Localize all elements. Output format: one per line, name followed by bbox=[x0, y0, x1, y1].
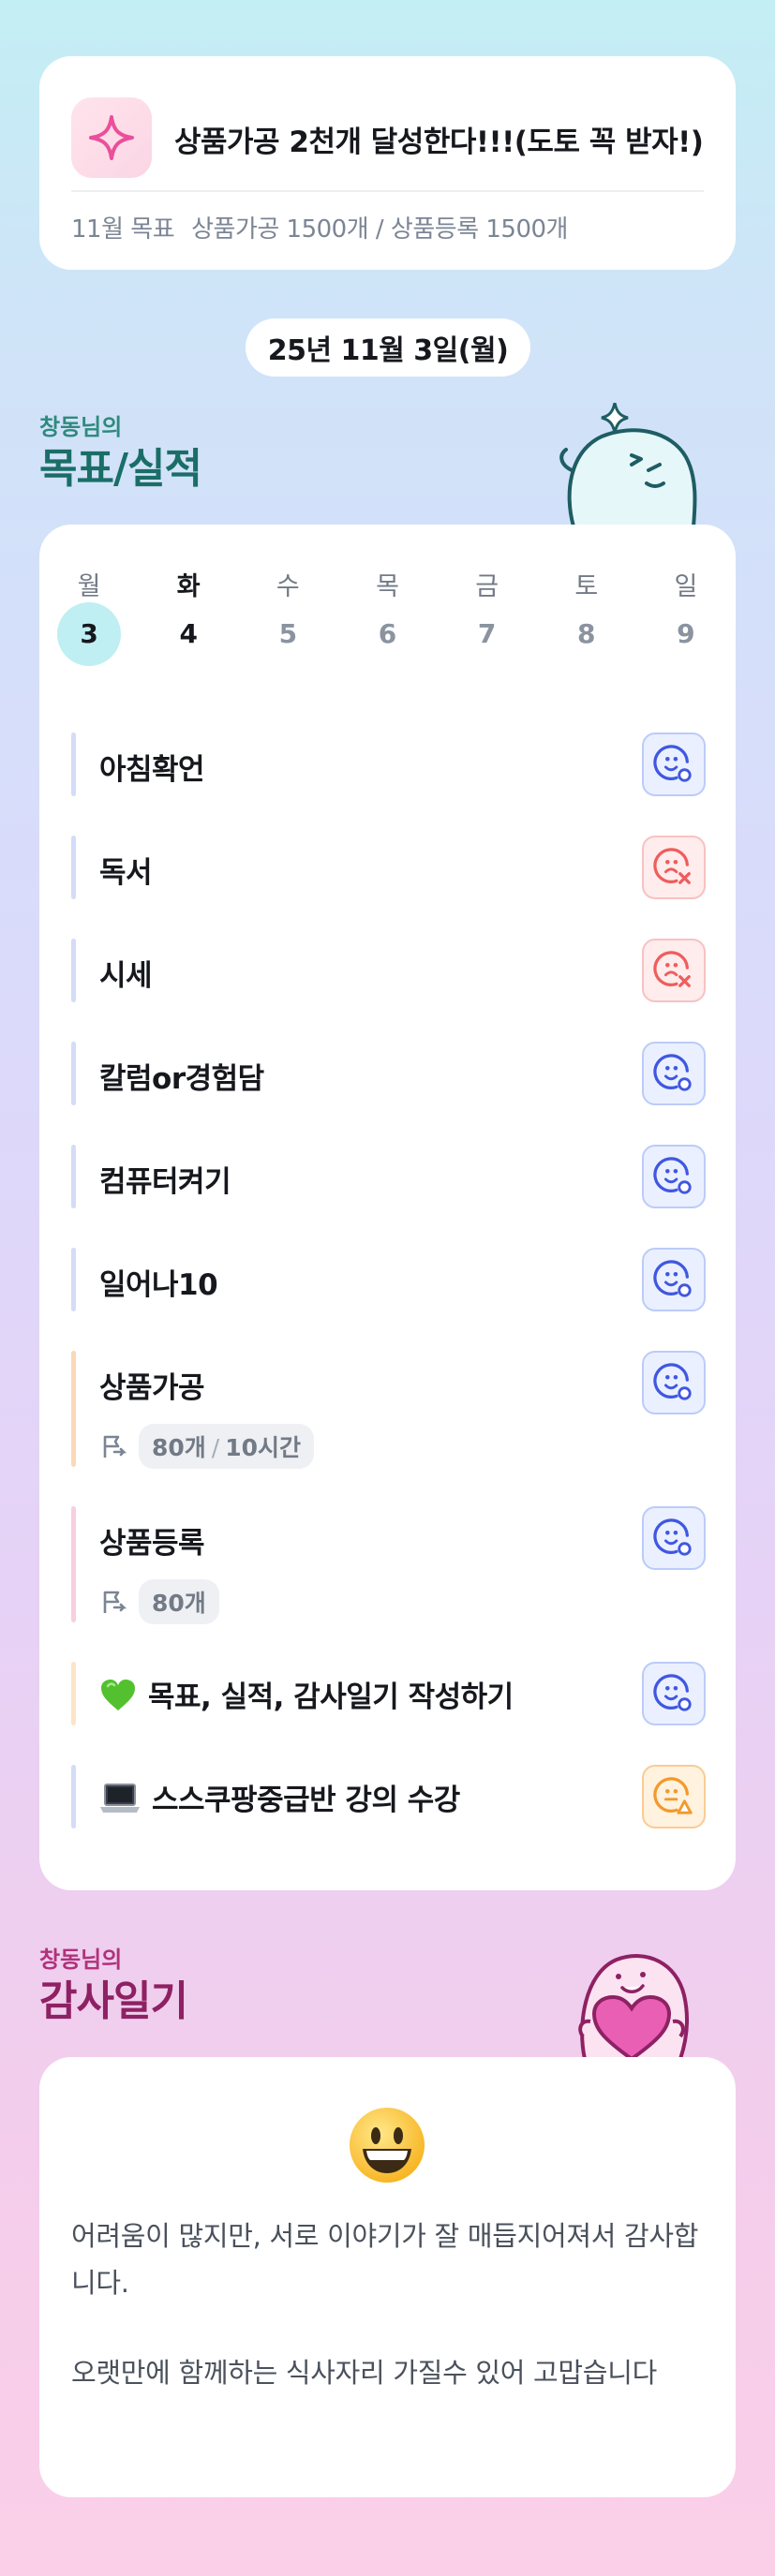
task-meta: 80개 bbox=[99, 1579, 219, 1624]
weekday-sun: 일 bbox=[674, 572, 698, 601]
task-name: 시세 bbox=[99, 959, 153, 993]
smile-check-icon[interactable] bbox=[642, 733, 706, 796]
performance-section-title: 목표/실적 bbox=[39, 445, 202, 493]
goal-title: 상품가공 2천개 달성한다!!!(도토 꼭 받자!) bbox=[174, 126, 704, 159]
weekday-row: 월 화 수 목 금 토 일 bbox=[39, 566, 736, 602]
smile-check-icon[interactable] bbox=[642, 1662, 706, 1725]
date-9[interactable]: 9 bbox=[636, 618, 736, 666]
task-count: 80개 bbox=[152, 1590, 206, 1617]
smile-check-icon[interactable] bbox=[642, 1351, 706, 1414]
neutral-warning-icon[interactable] bbox=[642, 1765, 706, 1828]
gratitude-section-title: 감사일기 bbox=[39, 1977, 188, 2025]
goal-detail: 11월 목표 상품가공 1500개 / 상품등록 1500개 bbox=[71, 210, 568, 244]
task-item[interactable]: 상품등록 80개 bbox=[71, 1506, 706, 1624]
green-heart-icon bbox=[99, 1679, 137, 1720]
task-color-bar bbox=[71, 1662, 76, 1725]
goal-detail-text: 상품가공 1500개 / 상품등록 1500개 bbox=[191, 215, 568, 244]
laptop-icon bbox=[99, 1782, 141, 1823]
weekday-sat: 토 bbox=[574, 572, 599, 601]
task-name: 일어나10 bbox=[99, 1268, 218, 1302]
task-item[interactable]: 시세 bbox=[71, 939, 706, 1002]
task-count: 80개 bbox=[152, 1434, 206, 1461]
date-5[interactable]: 5 bbox=[238, 618, 337, 666]
task-color-bar bbox=[71, 939, 76, 1002]
repeat-flag-icon bbox=[103, 1435, 127, 1458]
task-name: 컴퓨터켜기 bbox=[99, 1165, 231, 1199]
task-name: 상품등록 bbox=[99, 1527, 205, 1561]
task-color-bar bbox=[71, 1351, 76, 1467]
mascot-heart-illustration bbox=[557, 1935, 707, 2062]
date-8[interactable]: 8 bbox=[537, 618, 636, 666]
task-item[interactable]: 아침확언 bbox=[71, 733, 706, 796]
date-4[interactable]: 4 bbox=[139, 618, 238, 666]
weekday-mon: 월 bbox=[77, 572, 101, 601]
task-color-bar bbox=[71, 1506, 76, 1622]
task-item[interactable]: 상품가공 80개/10시간 bbox=[71, 1351, 706, 1469]
smile-check-icon[interactable] bbox=[642, 1506, 706, 1570]
task-name: 독서 bbox=[99, 856, 153, 890]
weekday-thu: 목 bbox=[376, 572, 399, 601]
current-date-pill[interactable]: 25년 11월 3일(월) bbox=[246, 318, 530, 377]
divider bbox=[71, 190, 704, 192]
gratitude-entry: 어려움이 많지만, 서로 이야기가 잘 매듭지어져서 감사합니다. bbox=[71, 2220, 699, 2299]
task-item[interactable]: 독서 bbox=[71, 836, 706, 899]
mascot-illustration bbox=[555, 402, 705, 528]
date-6[interactable]: 6 bbox=[337, 618, 437, 666]
date-3[interactable]: 3 bbox=[57, 602, 122, 666]
weekday-tue: 화 bbox=[176, 572, 201, 601]
task-meta: 80개/10시간 bbox=[99, 1424, 315, 1469]
weekday-fri: 금 bbox=[475, 572, 499, 601]
task-color-bar bbox=[71, 836, 76, 899]
task-name-text: 목표, 실적, 감사일기 작성하기 bbox=[148, 1680, 514, 1714]
task-item[interactable]: 칼럼or경험담 bbox=[71, 1042, 706, 1105]
task-name: 목표, 실적, 감사일기 작성하기 bbox=[99, 1673, 514, 1720]
task-item[interactable]: 일어나10 bbox=[71, 1248, 706, 1311]
smile-check-icon[interactable] bbox=[642, 1042, 706, 1105]
sad-x-icon[interactable] bbox=[642, 836, 706, 899]
task-color-bar bbox=[71, 1765, 76, 1828]
task-name: 스스쿠팡중급반 강의 수강 bbox=[99, 1776, 460, 1823]
task-color-bar bbox=[71, 733, 76, 796]
task-name: 상품가공 bbox=[99, 1371, 205, 1405]
task-name: 칼럼or경험담 bbox=[99, 1062, 264, 1096]
task-time: 10시간 bbox=[225, 1434, 302, 1461]
grinning-face-icon bbox=[348, 2106, 426, 2188]
task-color-bar bbox=[71, 1248, 76, 1311]
task-item[interactable]: 목표, 실적, 감사일기 작성하기 bbox=[71, 1662, 706, 1725]
repeat-flag-icon bbox=[103, 1591, 127, 1613]
sad-x-icon[interactable] bbox=[642, 939, 706, 1002]
task-amount-chip: 80개/10시간 bbox=[139, 1424, 315, 1469]
smile-check-icon[interactable] bbox=[642, 1248, 706, 1311]
task-item[interactable]: 스스쿠팡중급반 강의 수강 bbox=[71, 1765, 706, 1828]
task-color-bar bbox=[71, 1042, 76, 1105]
task-name-text: 스스쿠팡중급반 강의 수강 bbox=[152, 1784, 460, 1817]
separator: / bbox=[211, 1434, 220, 1461]
smile-check-icon[interactable] bbox=[642, 1145, 706, 1208]
task-amount-chip: 80개 bbox=[139, 1579, 219, 1624]
weekday-wed: 수 bbox=[276, 572, 300, 601]
gratitude-entry: 오랫만에 함께하는 식사자리 가질수 있어 고맙습니다 bbox=[71, 2357, 657, 2389]
performance-card: 월 화 수 목 금 토 일 3 4 5 6 7 8 9 아침확언 독서 시세 칼… bbox=[39, 525, 736, 1890]
task-color-bar bbox=[71, 1145, 76, 1208]
sparkle-icon bbox=[71, 97, 152, 178]
date-row: 3 4 5 6 7 8 9 bbox=[39, 602, 736, 666]
goal-month-label: 11월 목표 bbox=[71, 215, 175, 244]
date-cell-selected[interactable]: 3 bbox=[39, 602, 139, 666]
date-7[interactable]: 7 bbox=[438, 618, 537, 666]
monthly-goal-card[interactable]: 상품가공 2천개 달성한다!!!(도토 꼭 받자!) 11월 목표 상품가공 15… bbox=[39, 56, 736, 270]
task-name: 아침확언 bbox=[99, 753, 205, 787]
gratitude-card: 어려움이 많지만, 서로 이야기가 잘 매듭지어져서 감사합니다. 오랫만에 함… bbox=[39, 2057, 736, 2497]
task-item[interactable]: 컴퓨터켜기 bbox=[71, 1145, 706, 1208]
